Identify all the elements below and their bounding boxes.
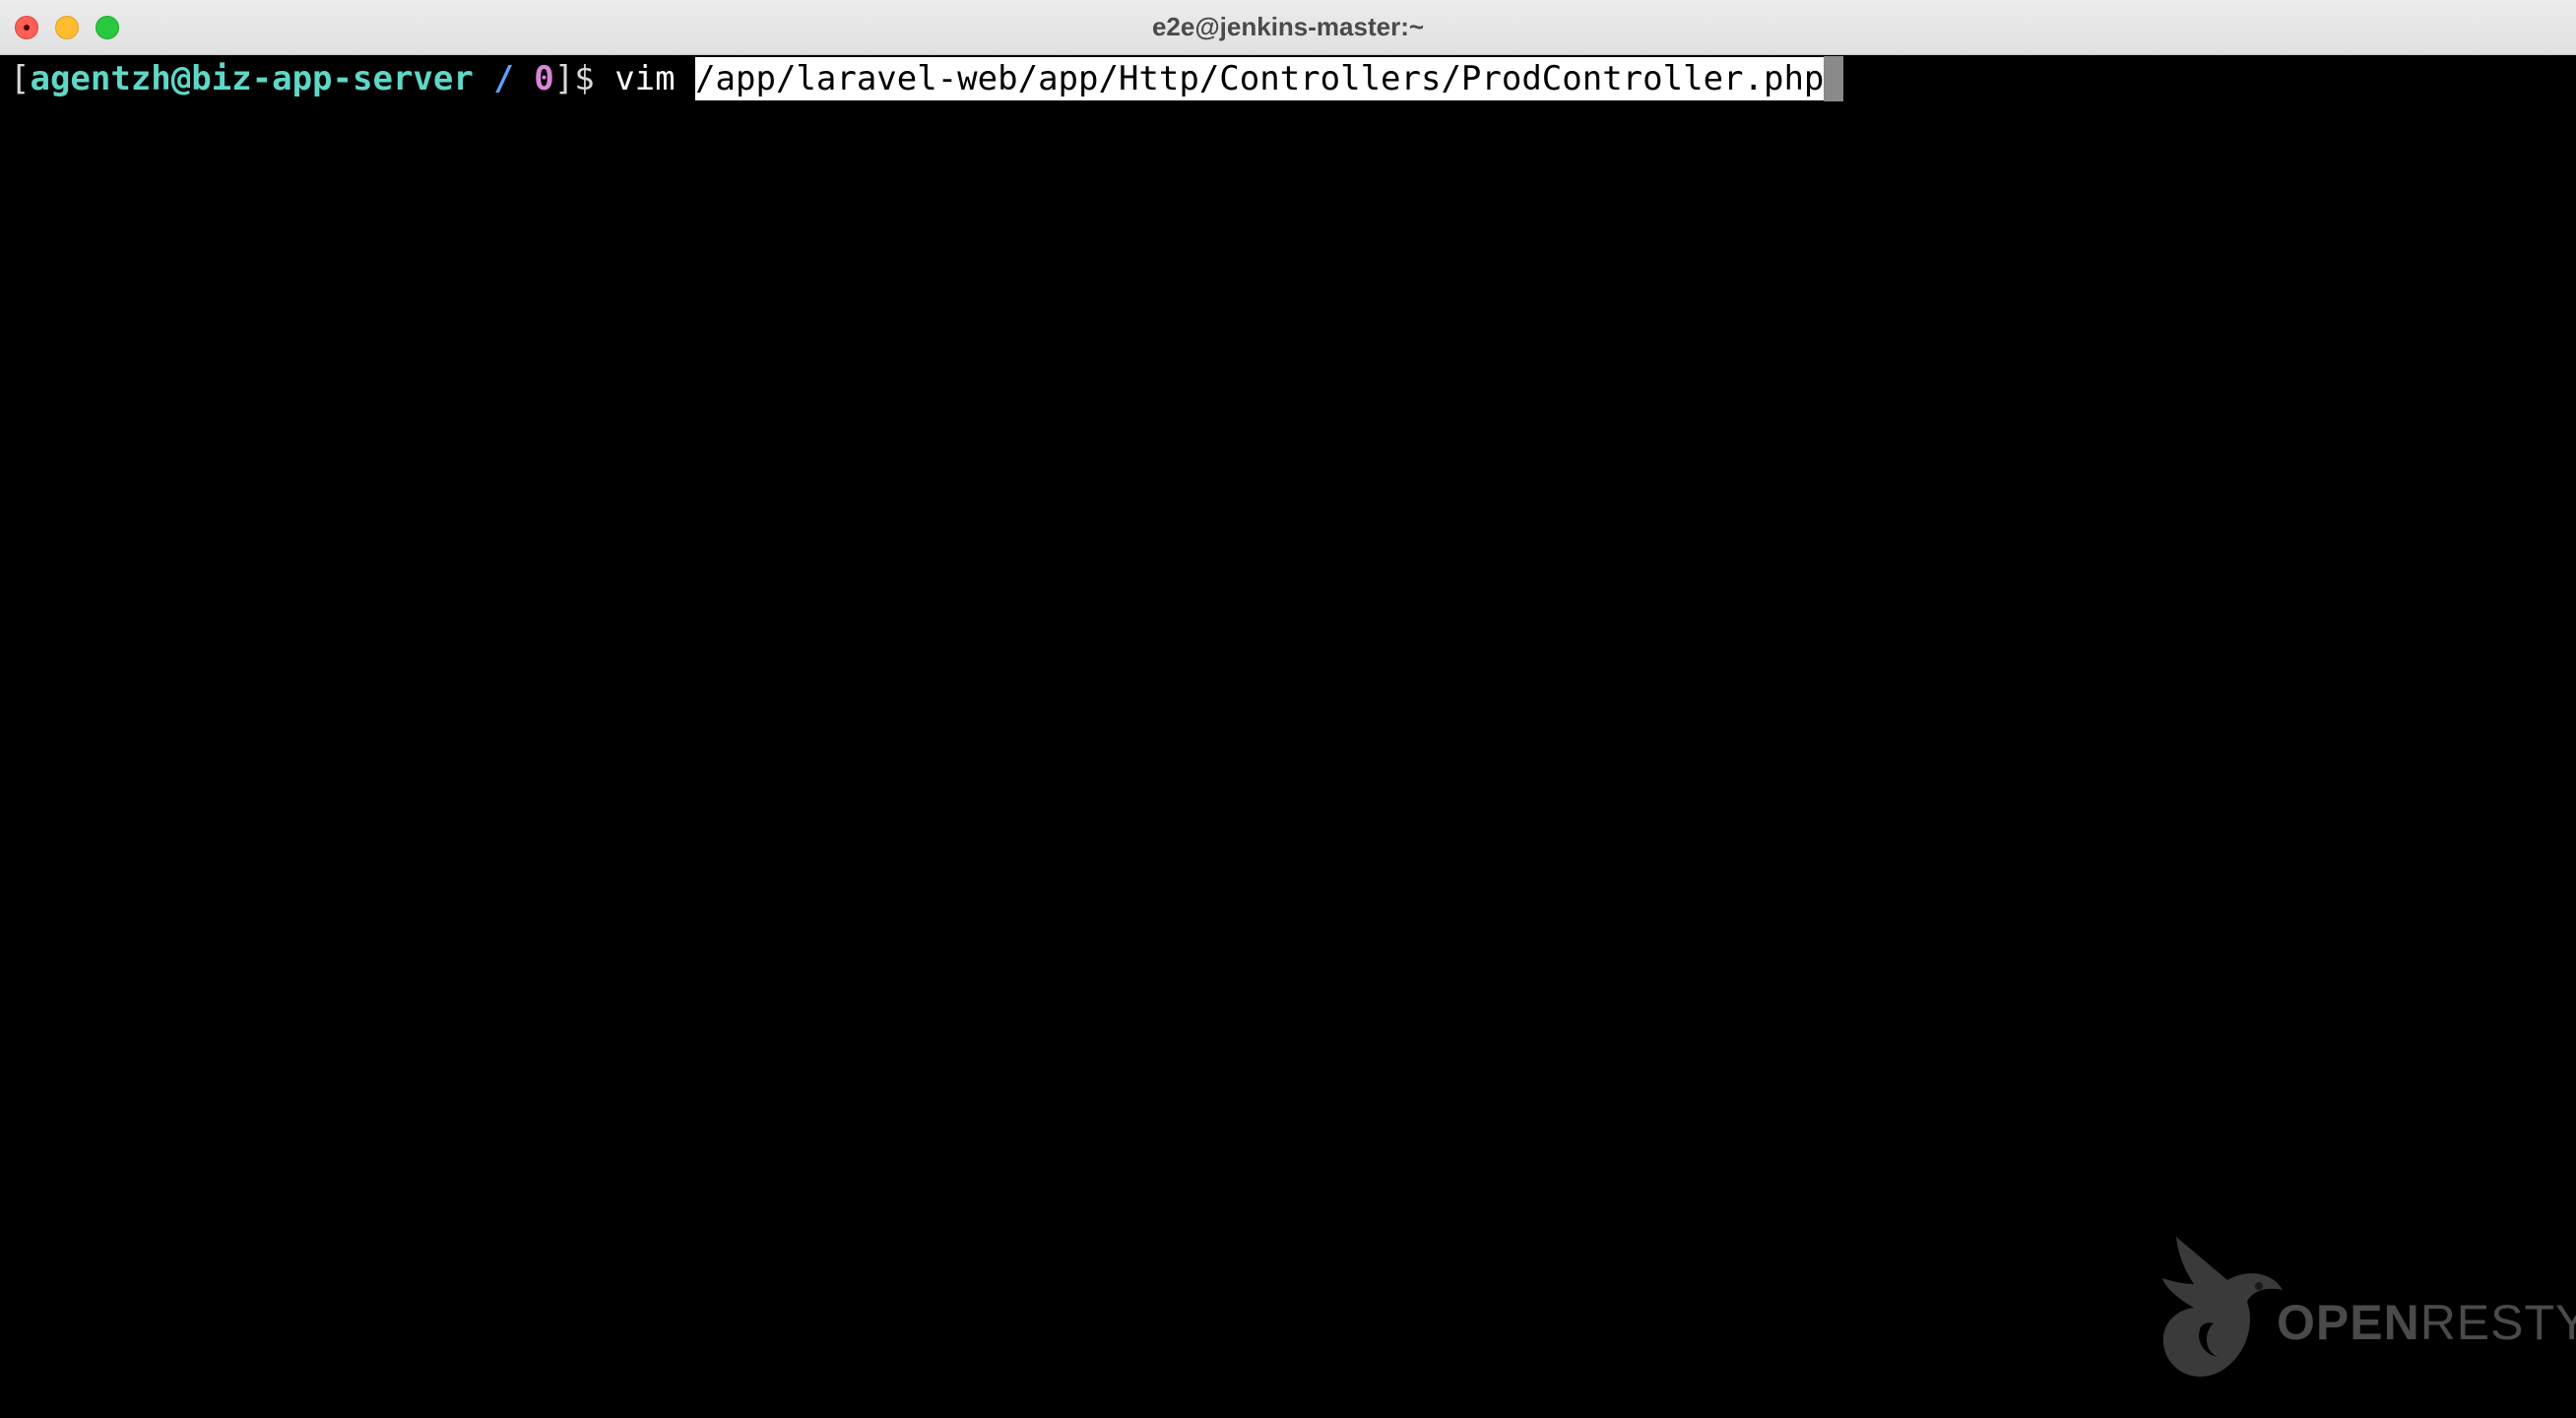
- selected-file-path[interactable]: /app/laravel-web/app/Http/Controllers/Pr…: [695, 57, 1825, 100]
- openresty-bird-icon: [2162, 1237, 2283, 1377]
- title-bar[interactable]: e2e@jenkins-master:~: [0, 0, 2576, 55]
- prompt-cwd: /: [493, 59, 514, 98]
- prompt-user-host: agentzh@biz-app-server: [30, 59, 474, 98]
- prompt-open-bracket: [: [10, 59, 31, 98]
- openresty-watermark: OPENRESTY: [2157, 1229, 2576, 1386]
- terminal-content[interactable]: [agentzh@biz-app-server / 0]$ vim /app/l…: [0, 55, 2576, 1418]
- openresty-logo-text: OPENRESTY: [2277, 1295, 2576, 1350]
- prompt-dollar: ]$: [553, 59, 595, 98]
- command-program: vim: [594, 59, 696, 98]
- terminal-window: e2e@jenkins-master:~ [agentzh@biz-app-se…: [0, 0, 2576, 1418]
- command-line: [agentzh@biz-app-server / 0]$ vim /app/l…: [10, 55, 1844, 102]
- prompt-exit-code: 0: [534, 59, 554, 98]
- text-cursor: [1824, 55, 1844, 101]
- window-title: e2e@jenkins-master:~: [1151, 12, 1425, 41]
